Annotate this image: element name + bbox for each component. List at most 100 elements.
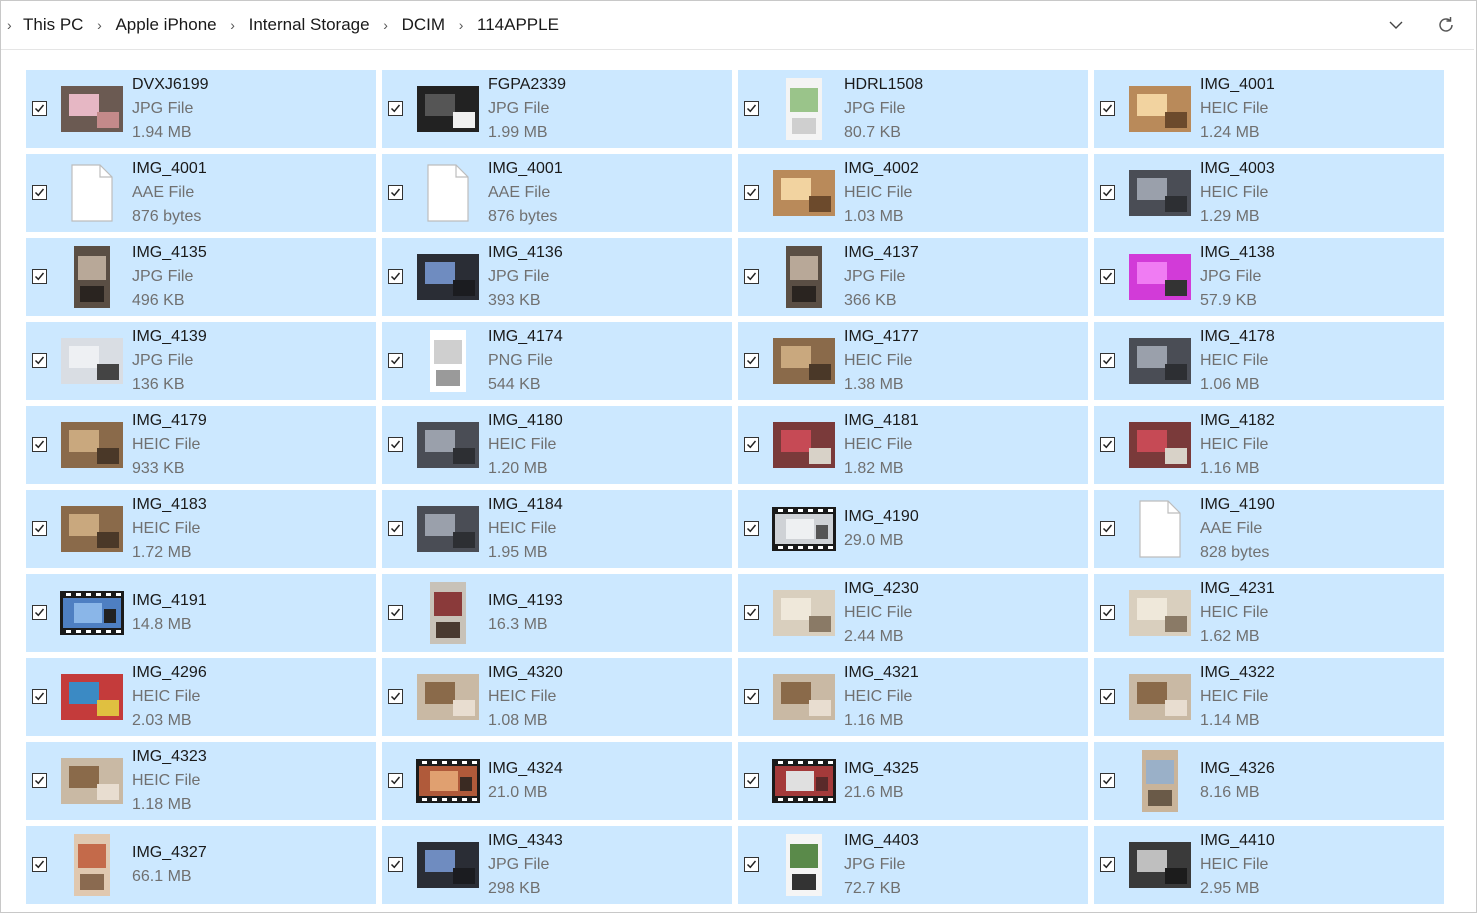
checkbox[interactable] bbox=[1100, 605, 1115, 620]
checkbox[interactable] bbox=[388, 521, 403, 536]
file-tile[interactable]: IMG_4322 HEIC File 1.14 MB bbox=[1094, 658, 1444, 736]
file-tile[interactable]: IMG_4183 HEIC File 1.72 MB bbox=[26, 490, 376, 568]
checkbox[interactable] bbox=[1100, 689, 1115, 704]
checkbox[interactable] bbox=[32, 857, 47, 872]
file-tile[interactable]: IMG_4139 JPG File 136 KB bbox=[26, 322, 376, 400]
file-tile[interactable]: IMG_4177 HEIC File 1.38 MB bbox=[738, 322, 1088, 400]
checkbox[interactable] bbox=[744, 185, 759, 200]
checkbox[interactable] bbox=[744, 437, 759, 452]
checkbox[interactable] bbox=[744, 269, 759, 284]
checkbox[interactable] bbox=[388, 773, 403, 788]
file-tile[interactable]: IMG_4184 HEIC File 1.95 MB bbox=[382, 490, 732, 568]
file-tile[interactable]: IMG_4002 HEIC File 1.03 MB bbox=[738, 154, 1088, 232]
breadcrumb-apple-iphone[interactable]: Apple iPhone bbox=[113, 15, 218, 35]
file-tile[interactable]: IMG_4403 JPG File 72.7 KB bbox=[738, 826, 1088, 904]
file-tile[interactable]: IMG_4343 JPG File 298 KB bbox=[382, 826, 732, 904]
checkmark-icon bbox=[1102, 692, 1113, 701]
file-tile[interactable]: IMG_4174 PNG File 544 KB bbox=[382, 322, 732, 400]
checkbox[interactable] bbox=[388, 689, 403, 704]
file-tile[interactable]: IMG_4326 8.16 MB bbox=[1094, 742, 1444, 820]
checkbox[interactable] bbox=[1100, 437, 1115, 452]
file-tile[interactable]: IMG_4138 JPG File 57.9 KB bbox=[1094, 238, 1444, 316]
file-tile[interactable]: IMG_4321 HEIC File 1.16 MB bbox=[738, 658, 1088, 736]
checkbox[interactable] bbox=[1100, 773, 1115, 788]
checkbox[interactable] bbox=[1100, 101, 1115, 116]
chevron-right-icon[interactable]: › bbox=[372, 17, 400, 33]
file-tile[interactable]: IMG_4182 HEIC File 1.16 MB bbox=[1094, 406, 1444, 484]
breadcrumb-114apple[interactable]: 114APPLE bbox=[475, 15, 561, 35]
file-tile[interactable]: IMG_4179 HEIC File 933 KB bbox=[26, 406, 376, 484]
checkbox[interactable] bbox=[32, 605, 47, 620]
checkbox[interactable] bbox=[32, 269, 47, 284]
checkbox[interactable] bbox=[32, 689, 47, 704]
file-tile[interactable]: IMG_4180 HEIC File 1.20 MB bbox=[382, 406, 732, 484]
file-tile[interactable]: IMG_4191 14.8 MB bbox=[26, 574, 376, 652]
file-tile[interactable]: IMG_4136 JPG File 393 KB bbox=[382, 238, 732, 316]
address-bar[interactable]: › This PC › Apple iPhone › Internal Stor… bbox=[1, 1, 1474, 50]
checkbox[interactable] bbox=[32, 185, 47, 200]
breadcrumb-this-pc[interactable]: This PC bbox=[21, 15, 85, 35]
checkbox[interactable] bbox=[32, 773, 47, 788]
checkbox[interactable] bbox=[388, 437, 403, 452]
breadcrumb-internal-storage[interactable]: Internal Storage bbox=[247, 15, 372, 35]
file-thumbnail bbox=[60, 494, 124, 564]
file-tile[interactable]: FGPA2339 JPG File 1.99 MB bbox=[382, 70, 732, 148]
file-tile[interactable]: IMG_4230 HEIC File 2.44 MB bbox=[738, 574, 1088, 652]
checkbox[interactable] bbox=[32, 521, 47, 536]
file-tile[interactable]: IMG_4135 JPG File 496 KB bbox=[26, 238, 376, 316]
file-tile[interactable]: IMG_4178 HEIC File 1.06 MB bbox=[1094, 322, 1444, 400]
file-tile[interactable]: IMG_4410 HEIC File 2.95 MB bbox=[1094, 826, 1444, 904]
file-tile[interactable]: DVXJ6199 JPG File 1.94 MB bbox=[26, 70, 376, 148]
checkbox[interactable] bbox=[1100, 185, 1115, 200]
checkbox[interactable] bbox=[744, 605, 759, 620]
file-tile[interactable]: HDRL1508 JPG File 80.7 KB bbox=[738, 70, 1088, 148]
checkbox[interactable] bbox=[744, 101, 759, 116]
chevron-down-icon[interactable] bbox=[1382, 11, 1410, 39]
breadcrumb-dcim[interactable]: DCIM bbox=[400, 15, 447, 35]
checkbox[interactable] bbox=[388, 605, 403, 620]
file-tile[interactable]: IMG_4323 HEIC File 1.18 MB bbox=[26, 742, 376, 820]
file-name: IMG_4193 bbox=[488, 592, 563, 609]
file-size: 21.0 MB bbox=[488, 784, 548, 801]
file-tile[interactable]: IMG_4296 HEIC File 2.03 MB bbox=[26, 658, 376, 736]
file-tile[interactable]: IMG_4193 16.3 MB bbox=[382, 574, 732, 652]
checkbox[interactable] bbox=[32, 101, 47, 116]
chevron-right-icon[interactable]: › bbox=[85, 17, 113, 33]
checkbox[interactable] bbox=[1100, 269, 1115, 284]
chevron-right-icon[interactable]: › bbox=[7, 17, 21, 33]
checkbox[interactable] bbox=[388, 269, 403, 284]
checkbox[interactable] bbox=[744, 773, 759, 788]
checkbox[interactable] bbox=[388, 101, 403, 116]
chevron-right-icon[interactable]: › bbox=[447, 17, 475, 33]
checkbox[interactable] bbox=[388, 353, 403, 368]
checkbox[interactable] bbox=[388, 185, 403, 200]
file-tile[interactable]: IMG_4327 66.1 MB bbox=[26, 826, 376, 904]
file-tile[interactable]: IMG_4001 HEIC File 1.24 MB bbox=[1094, 70, 1444, 148]
checkmark-icon bbox=[746, 104, 757, 113]
checkbox[interactable] bbox=[32, 437, 47, 452]
chevron-right-icon[interactable]: › bbox=[219, 17, 247, 33]
checkbox[interactable] bbox=[1100, 857, 1115, 872]
file-size: 1.24 MB bbox=[1200, 124, 1260, 141]
refresh-icon[interactable] bbox=[1432, 11, 1460, 39]
file-tile[interactable]: IMG_4001 AAE File 876 bytes bbox=[382, 154, 732, 232]
file-tile[interactable]: IMG_4190 AAE File 828 bytes bbox=[1094, 490, 1444, 568]
checkbox[interactable] bbox=[1100, 521, 1115, 536]
file-tile[interactable]: IMG_4181 HEIC File 1.82 MB bbox=[738, 406, 1088, 484]
file-tile[interactable]: IMG_4324 21.0 MB bbox=[382, 742, 732, 820]
checkbox[interactable] bbox=[1100, 353, 1115, 368]
checkbox[interactable] bbox=[744, 353, 759, 368]
file-tile[interactable]: IMG_4003 HEIC File 1.29 MB bbox=[1094, 154, 1444, 232]
file-tile[interactable]: IMG_4190 29.0 MB bbox=[738, 490, 1088, 568]
checkbox[interactable] bbox=[744, 857, 759, 872]
checkbox[interactable] bbox=[32, 353, 47, 368]
file-tile[interactable]: IMG_4325 21.6 MB bbox=[738, 742, 1088, 820]
checkbox[interactable] bbox=[388, 857, 403, 872]
checkbox[interactable] bbox=[744, 689, 759, 704]
file-tile[interactable]: IMG_4001 AAE File 876 bytes bbox=[26, 154, 376, 232]
checkbox[interactable] bbox=[744, 521, 759, 536]
file-tile[interactable]: IMG_4320 HEIC File 1.08 MB bbox=[382, 658, 732, 736]
file-tile[interactable]: IMG_4137 JPG File 366 KB bbox=[738, 238, 1088, 316]
file-tile[interactable]: IMG_4231 HEIC File 1.62 MB bbox=[1094, 574, 1444, 652]
checkmark-icon bbox=[390, 860, 401, 869]
